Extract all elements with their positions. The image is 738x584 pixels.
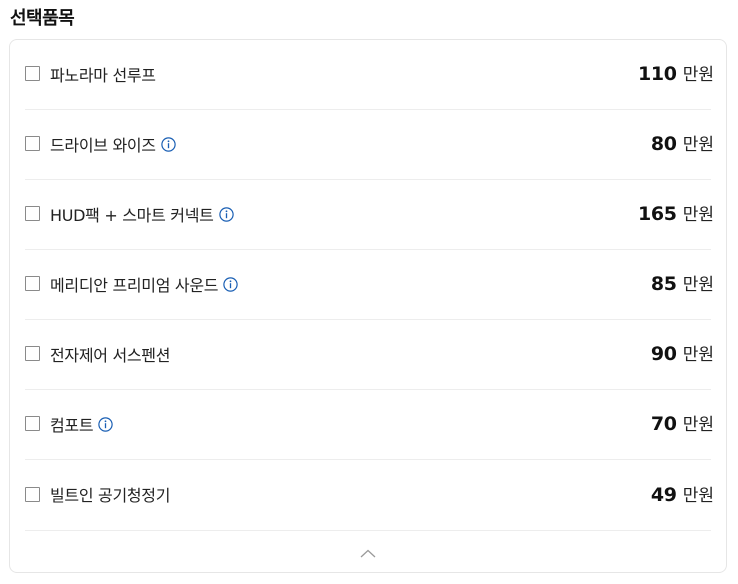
price-unit: 만원 xyxy=(682,415,714,435)
info-circle-icon[interactable] xyxy=(223,277,238,292)
option-left: 드라이브 와이즈 xyxy=(25,132,176,156)
option-price: 80 만원 xyxy=(651,130,714,155)
option-checkbox[interactable] xyxy=(25,206,40,221)
option-left: HUD팩 + 스마트 커넥트 xyxy=(25,202,234,226)
option-checkbox[interactable] xyxy=(25,486,40,502)
option-row[interactable]: HUD팩 + 스마트 커넥트 165 만원 xyxy=(25,180,714,250)
price-amount: 90 xyxy=(650,343,677,365)
option-checkbox[interactable] xyxy=(25,346,40,361)
price-unit: 만원 xyxy=(682,485,714,506)
price-amount: 85 xyxy=(650,273,677,295)
option-row[interactable]: 메리디안 프리미엄 사운드 85 만원 xyxy=(25,250,714,320)
option-row[interactable]: 드라이브 와이즈 80 만원 xyxy=(25,110,714,180)
price-amount: 70 xyxy=(650,413,677,435)
option-label: 파노라마 선루프 xyxy=(50,65,156,85)
price-unit: 만원 xyxy=(682,135,714,155)
option-left: 컴포트 xyxy=(25,412,113,436)
option-row[interactable]: 컴포트 70 만원 xyxy=(25,390,714,460)
option-list: 파노라마 선루프 110 만원 드라이브 와이즈 80 만원 HUD팩 + 스마트 커넥트 1… xyxy=(25,40,714,531)
price-amount: 80 xyxy=(650,133,677,155)
price-unit: 만원 xyxy=(682,345,714,365)
option-left: 전자제어 서스펜션 xyxy=(25,342,170,366)
price-amount: 110 xyxy=(637,63,677,85)
option-row[interactable]: 빌트인 공기청정기 49 만원 xyxy=(25,460,714,531)
price-unit: 만원 xyxy=(682,65,714,85)
option-left: 파노라마 선루프 xyxy=(25,62,156,86)
option-label: HUD팩 + 스마트 커넥트 xyxy=(50,205,214,225)
options-card: 파노라마 선루프 110 만원 드라이브 와이즈 80 만원 HUD팩 + 스마트 커넥트 1… xyxy=(9,39,727,573)
option-price: 70 만원 xyxy=(651,410,714,435)
option-label: 전자제어 서스펜션 xyxy=(50,345,171,365)
collapse-button[interactable] xyxy=(358,547,378,559)
option-price: 90 만원 xyxy=(651,340,714,365)
info-circle-icon[interactable] xyxy=(98,417,113,432)
option-label: 빌트인 공기청정기 xyxy=(50,486,171,505)
option-price: 110 만원 xyxy=(638,60,714,85)
option-price: 165 만원 xyxy=(638,200,714,225)
page: 선택품목 파노라마 선루프 110 만원 드라이브 와이즈 80 만원 HUD팩 + 스마트… xyxy=(0,0,738,584)
option-left: 메리디안 프리미엄 사운드 xyxy=(25,272,238,296)
option-left: 빌트인 공기청정기 xyxy=(25,482,170,506)
info-circle-icon[interactable] xyxy=(161,137,176,152)
option-price: 85 만원 xyxy=(651,270,714,295)
option-price: 49 만원 xyxy=(651,481,714,506)
option-label: 메리디안 프리미엄 사운드 xyxy=(50,275,219,295)
price-unit: 만원 xyxy=(682,205,714,225)
option-row[interactable]: 전자제어 서스펜션 90 만원 xyxy=(25,320,714,390)
price-unit: 만원 xyxy=(682,275,714,295)
option-checkbox[interactable] xyxy=(25,136,40,151)
option-row[interactable]: 파노라마 선루프 110 만원 xyxy=(25,40,714,110)
option-label: 드라이브 와이즈 xyxy=(50,135,156,155)
option-checkbox[interactable] xyxy=(25,66,40,81)
info-circle-icon[interactable] xyxy=(218,207,234,222)
option-checkbox[interactable] xyxy=(25,416,40,431)
section-title: 선택품목 xyxy=(10,8,75,29)
option-checkbox[interactable] xyxy=(25,276,40,291)
chevron-up-icon xyxy=(360,549,376,557)
option-label: 컴포트 xyxy=(50,415,94,435)
price-amount: 165 xyxy=(637,203,677,225)
price-amount: 49 xyxy=(650,483,677,506)
